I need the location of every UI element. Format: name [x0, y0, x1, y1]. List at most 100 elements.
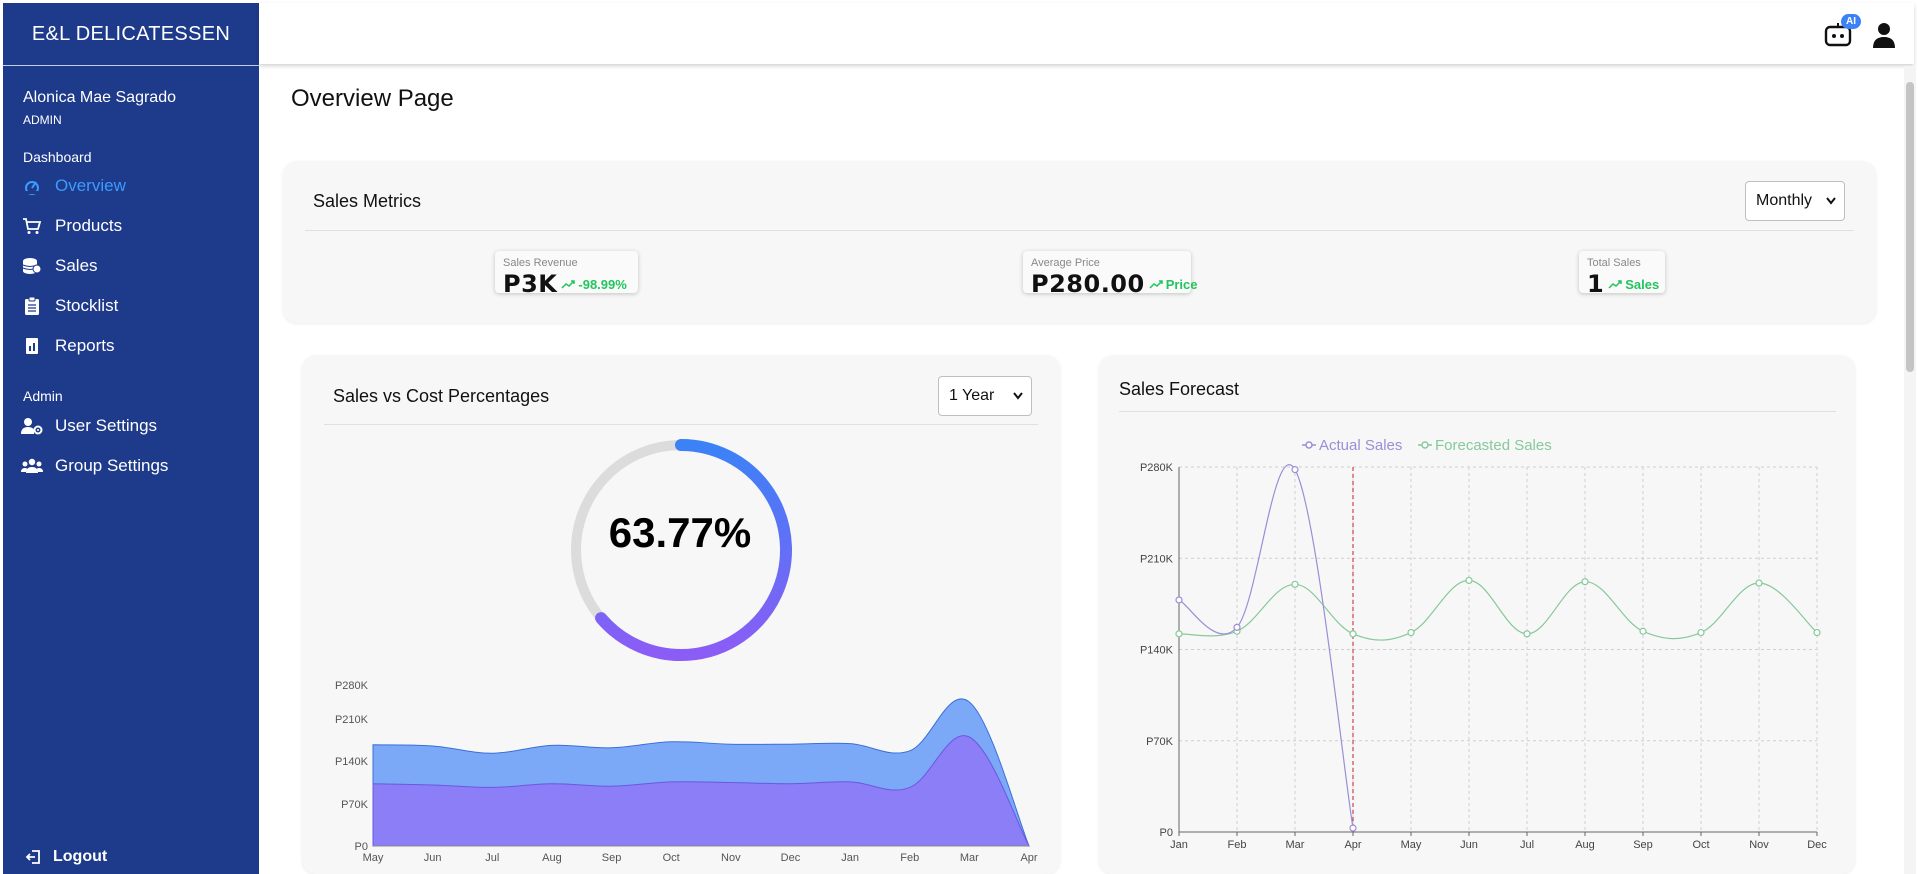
sidebar: E&L DELICATESSEN Alonica Mae Sagrado ADM… [3, 3, 259, 874]
x-tick-label: Nov [1749, 839, 1769, 851]
sales-forecast-card: Sales Forecast Actual Sales Forecasted Sa… [1099, 355, 1855, 874]
report-icon [21, 335, 43, 357]
x-tick-label: Sep [602, 852, 622, 864]
user-icon [1872, 23, 1896, 52]
sidebar-item-stocklist[interactable]: Stocklist [21, 291, 118, 321]
legend-label: Forecasted Sales [1435, 437, 1552, 454]
sidebar-item-user-settings[interactable]: User Settings [21, 411, 157, 441]
x-tick-label: Dec [781, 852, 801, 864]
user-menu-button[interactable] [1872, 22, 1896, 53]
data-point [1349, 824, 1357, 832]
legend-label: Actual Sales [1319, 437, 1402, 454]
logout-icon [25, 849, 41, 865]
data-point [1175, 630, 1183, 638]
sidebar-item-group-settings[interactable]: Group Settings [21, 451, 168, 481]
metric-change: -98.99% [578, 276, 627, 292]
x-tick-label: Jan [841, 852, 859, 864]
gauge-percentage: 63.77% [609, 509, 751, 556]
x-tick-label: Feb [900, 852, 919, 864]
coins-icon [21, 255, 43, 277]
cart-icon [21, 215, 43, 237]
section-admin-label: Admin [23, 388, 63, 404]
y-tick-label: P210K [1140, 553, 1174, 565]
trend-up-icon [1608, 277, 1625, 292]
x-tick-label: Apr [1020, 852, 1037, 864]
sidebar-item-label: Group Settings [55, 456, 169, 475]
section-dashboard-label: Dashboard [23, 149, 92, 165]
data-point [1813, 628, 1821, 637]
period-select-value: Monthly [1756, 192, 1813, 209]
period-select[interactable]: Monthly [1745, 181, 1845, 221]
legend-marker [1421, 441, 1429, 449]
metric-value: P280.00 [1031, 270, 1145, 298]
trend-up-icon [561, 277, 578, 292]
data-point [1639, 627, 1647, 635]
sidebar-item-label: Overview [55, 176, 126, 195]
sidebar-item-label: Stocklist [55, 296, 119, 315]
scrollbar-thumb[interactable] [1906, 82, 1914, 372]
series-line [1178, 579, 1818, 641]
metric-label: Average Price [1031, 257, 1100, 269]
x-tick-label: Feb [1228, 839, 1247, 851]
sidebar-item-reports[interactable]: Reports [21, 331, 115, 361]
metric-label: Sales Revenue [503, 257, 578, 269]
metric-sales-revenue: Sales Revenue P3K -98.99% [495, 251, 638, 298]
sidebar-item-label: Reports [55, 336, 115, 355]
chevron-down-icon [1826, 192, 1836, 210]
series-line [1178, 464, 1354, 829]
legend-marker [1305, 441, 1313, 449]
data-point [1523, 630, 1531, 638]
data-point [1175, 596, 1183, 604]
sidebar-item-label: Sales [55, 256, 98, 275]
x-tick-label: Mar [1286, 839, 1305, 851]
x-tick-label: May [1401, 839, 1422, 851]
x-tick-label: Apr [1344, 839, 1361, 851]
sales-metrics-card: Sales Metrics Monthly Sales Revenue P3K … [283, 161, 1876, 323]
sidebar-item-label: Products [55, 216, 123, 235]
user-name: Alonica Mae Sagrado [23, 89, 176, 106]
x-tick-label: Oct [663, 852, 680, 864]
logout-label: Logout [53, 848, 108, 865]
metric-change: Sales [1625, 276, 1660, 292]
user-role: ADMIN [23, 113, 62, 127]
sales-vs-cost-card: Sales vs Cost Percentages 1 Year 63.77% … [302, 355, 1060, 874]
logout-button[interactable]: Logout [25, 848, 107, 866]
data-point [1291, 466, 1299, 474]
metric-change: Price [1165, 276, 1198, 292]
y-tick-label: P280K [335, 680, 369, 692]
metric-total-sales: Total Sales 1 Sales [1579, 251, 1665, 298]
sidebar-item-label: User Settings [55, 416, 158, 435]
page-title: Overview Page [291, 85, 454, 112]
data-point [1349, 630, 1357, 638]
x-tick-label: Jul [1520, 839, 1534, 851]
data-point [1465, 576, 1473, 585]
x-tick-label: May [363, 852, 384, 864]
x-tick-label: Mar [960, 852, 979, 864]
metrics-divider [305, 230, 1854, 231]
sidebar-item-sales[interactable]: Sales [21, 251, 98, 281]
brand-title: E&L DELICATESSEN [3, 3, 259, 66]
ai-assistant-button[interactable]: AI [1824, 14, 1861, 48]
data-point [1407, 628, 1415, 637]
x-tick-label: Jul [485, 852, 499, 864]
overview-icon [21, 175, 43, 197]
metric-average-price: Average Price P280.00 Price [1023, 251, 1198, 298]
x-tick-label: Aug [542, 852, 562, 864]
sidebar-item-overview[interactable]: Overview [21, 171, 126, 201]
x-tick-label: Jun [1460, 839, 1478, 851]
group-icon [21, 455, 43, 477]
metric-label: Total Sales [1587, 257, 1641, 269]
sidebar-item-products[interactable]: Products [21, 211, 122, 241]
ai-badge: AI [1841, 14, 1861, 29]
metric-value: 1 [1587, 270, 1605, 298]
data-point [1697, 628, 1705, 637]
y-tick-label: P70K [341, 799, 369, 811]
x-tick-label: Nov [721, 852, 741, 864]
y-tick-label: P210K [335, 714, 369, 726]
data-point [1233, 623, 1241, 631]
y-tick-label: P70K [1146, 736, 1174, 748]
ai-assistant-icon [1824, 23, 1852, 52]
sales-metrics-title: Sales Metrics [313, 191, 422, 211]
sales-forecast-chart: Actual Sales Forecasted Sales P0 P70K P140K P… [1140, 437, 1827, 851]
x-tick-label: Jan [1170, 839, 1188, 851]
